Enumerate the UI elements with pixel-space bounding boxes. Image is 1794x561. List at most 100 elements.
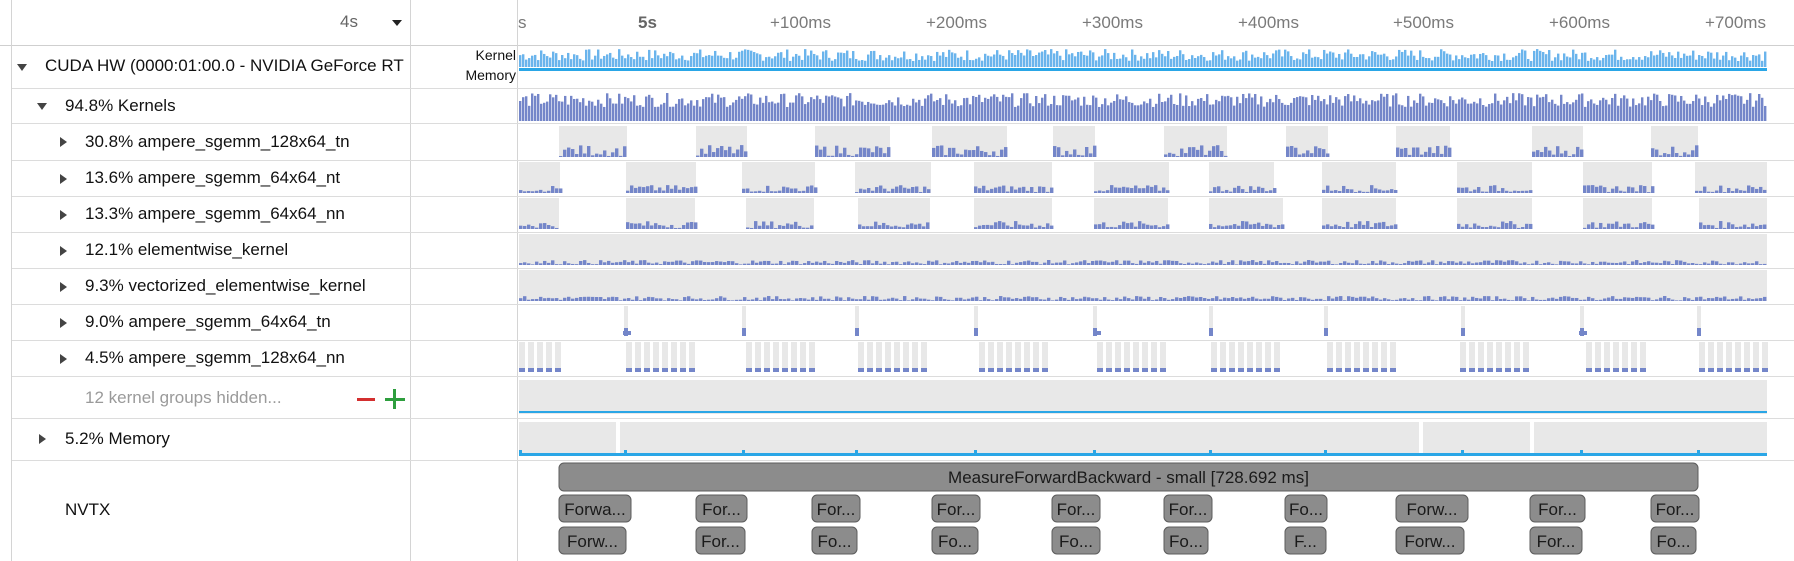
kernel-activity-bar[interactable] [782, 186, 786, 193]
kernel-activity-bar[interactable] [1315, 298, 1319, 301]
kernel-activity-bar[interactable] [763, 297, 767, 301]
kernel-activity-bar[interactable] [915, 262, 919, 265]
kernel-activity-bar[interactable] [1095, 260, 1099, 265]
kernel-activity-bar[interactable] [807, 102, 810, 121]
kernel-activity-bar[interactable] [1155, 57, 1158, 67]
kernel-activity-bar[interactable] [1686, 55, 1689, 67]
kernel-activity-bar[interactable] [1059, 296, 1063, 301]
kernel-activity-bar[interactable] [1146, 185, 1150, 193]
kernel-activity-bar[interactable] [795, 53, 798, 67]
kernel-activity-bar[interactable] [1260, 58, 1263, 67]
kernel-activity-bar[interactable] [1027, 260, 1031, 265]
kernel-activity-bar[interactable] [1124, 368, 1130, 372]
kernel-activity-bar[interactable] [1218, 101, 1221, 121]
kernel-activity-bar[interactable] [1647, 297, 1651, 301]
kernel-activity-bar[interactable] [603, 106, 606, 121]
kernel-activity-bar[interactable] [954, 100, 957, 121]
kernel-activity-bar[interactable] [1251, 54, 1254, 67]
kernel-activity-bar[interactable] [551, 298, 555, 301]
kernel-activity-bar[interactable] [1142, 368, 1148, 372]
kernel-activity-bar[interactable] [1431, 60, 1434, 67]
kernel-activity-bar[interactable] [555, 368, 561, 372]
kernel-activity-bar[interactable] [765, 57, 768, 67]
kernel-activity-bar[interactable] [1631, 297, 1635, 301]
kernel-activity-bar[interactable] [1358, 221, 1362, 229]
kernel-activity-bar[interactable] [1596, 104, 1599, 121]
kernel-activity-bar[interactable] [779, 260, 783, 265]
kernel-activity-bar[interactable] [1715, 190, 1719, 193]
kernel-activity-bar[interactable] [666, 185, 670, 193]
kernel-activity-bar[interactable] [987, 55, 990, 67]
kernel-activity-bar[interactable] [1552, 154, 1556, 157]
kernel-activity-bar[interactable] [875, 296, 879, 301]
kernel-activity-bar[interactable] [1416, 147, 1420, 157]
kernel-activity-bar[interactable] [575, 264, 579, 265]
kernel-activity-bar[interactable] [984, 152, 988, 157]
kernel-activity-bar[interactable] [1362, 191, 1366, 193]
kernel-activity-bar[interactable] [1026, 225, 1030, 229]
kernel-activity-bar[interactable] [1323, 300, 1327, 301]
kernel-activity-bar[interactable] [915, 102, 918, 121]
kernel-activity-bar[interactable] [942, 52, 945, 67]
kernel-activity-bar[interactable] [1083, 96, 1086, 121]
kernel-activity-bar[interactable] [1142, 188, 1146, 193]
kernel-activity-bar[interactable] [1171, 260, 1175, 265]
kernel-activity-bar[interactable] [1477, 225, 1481, 229]
kernel-activity-bar[interactable] [987, 299, 991, 301]
kernel-activity-bar[interactable] [539, 296, 543, 301]
kernel-activity-bar[interactable] [1281, 102, 1284, 121]
kernel-activity-bar[interactable] [606, 54, 609, 67]
kernel-activity-bar[interactable] [1389, 106, 1392, 121]
kernel-activity-bar[interactable] [543, 102, 546, 121]
kernel-activity-bar[interactable] [1026, 190, 1030, 193]
kernel-activity-bar[interactable] [744, 49, 747, 67]
kernel-activity-bar[interactable] [995, 299, 999, 301]
kernel-activity-bar[interactable] [750, 94, 753, 121]
kernel-activity-bar[interactable] [756, 104, 759, 121]
kernel-activity-bar[interactable] [1463, 263, 1467, 265]
kernel-activity-bar[interactable] [547, 297, 551, 301]
kernel-activity-bar[interactable] [1523, 368, 1529, 372]
kernel-activity-bar[interactable] [1390, 189, 1394, 193]
kernel-activity-bar[interactable] [945, 94, 948, 121]
memory-activity-bar[interactable] [1093, 450, 1096, 455]
kernel-activity-bar[interactable] [1386, 56, 1389, 67]
kernel-activity-bar[interactable] [1650, 100, 1653, 121]
kernel-activity-bar[interactable] [582, 98, 585, 121]
kernel-activity-bar[interactable] [1091, 261, 1095, 265]
kernel-activity-bar[interactable] [547, 190, 551, 193]
kernel-activity-bar[interactable] [555, 188, 559, 193]
kernel-activity-bar[interactable] [851, 260, 855, 265]
kernel-activity-bar[interactable] [1017, 50, 1020, 67]
kernel-activity-bar[interactable] [1359, 263, 1363, 265]
kernel-activity-bar[interactable] [1602, 97, 1605, 121]
kernel-activity-bar[interactable] [1075, 299, 1079, 301]
kernel-activity-bar[interactable] [1743, 224, 1747, 229]
kernel-activity-bar[interactable] [969, 60, 972, 67]
kernel-activity-bar[interactable] [1187, 296, 1191, 301]
kernel-activity-bar[interactable] [899, 264, 903, 265]
kernel-activity-bar[interactable] [887, 147, 891, 157]
kernel-activity-bar[interactable] [1053, 95, 1056, 121]
kernel-activity-bar[interactable] [1158, 227, 1162, 229]
kernel-activity-bar[interactable] [1699, 190, 1703, 193]
kernel-activity-bar[interactable] [1290, 102, 1293, 121]
kernel-activity-bar[interactable] [882, 104, 885, 121]
kernel-activity-bar[interactable] [807, 55, 810, 67]
kernel-activity-bar[interactable] [1341, 59, 1344, 67]
kernel-activity-bar[interactable] [1247, 261, 1251, 265]
kernel-activity-bar[interactable] [1143, 101, 1146, 121]
kernel-row-label[interactable]: 30.8% ampere_sgemm_128x64_tn [85, 132, 350, 152]
kernel-activity-bar[interactable] [667, 261, 671, 265]
kernel-activity-bar[interactable] [1603, 298, 1607, 301]
kernel-activity-bar[interactable] [1161, 53, 1164, 67]
kernel-activity-bar[interactable] [1047, 297, 1051, 301]
kernel-activity-bar[interactable] [1371, 260, 1375, 265]
kernel-activity-bar[interactable] [837, 52, 840, 67]
kernel-activity-bar[interactable] [1019, 298, 1023, 301]
kernel-range[interactable] [653, 342, 659, 372]
kernel-activity-bar[interactable] [1345, 368, 1351, 372]
kernel-activity-bar[interactable] [1350, 227, 1354, 229]
kernel-activity-bar[interactable] [1695, 297, 1699, 301]
kernel-activity-bar[interactable] [1047, 105, 1050, 121]
